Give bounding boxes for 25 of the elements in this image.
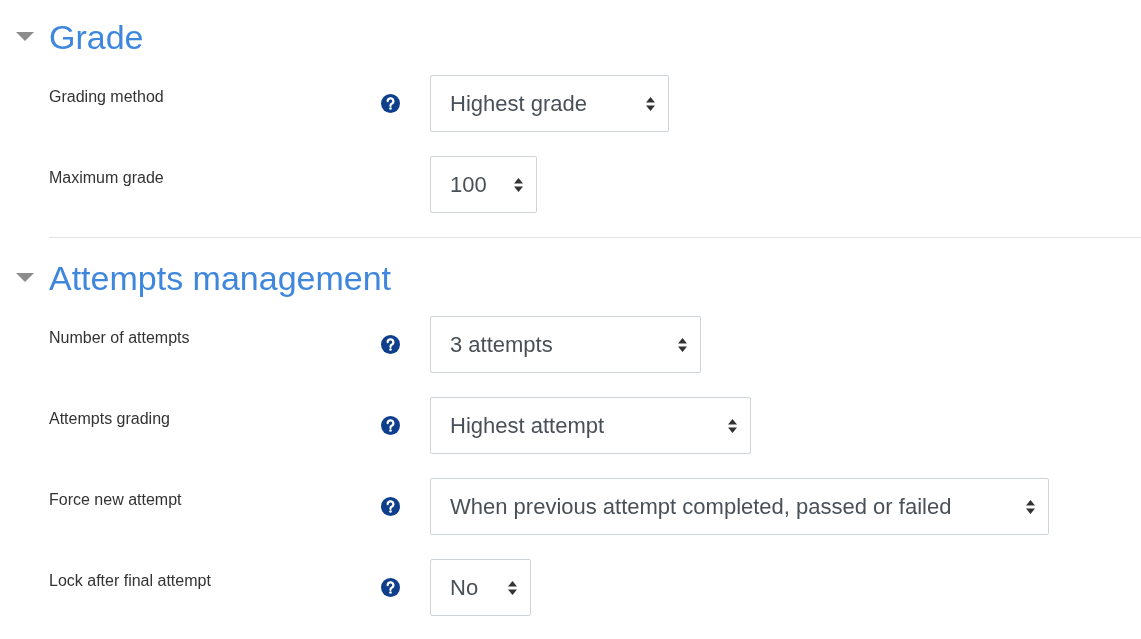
field-label: Attempts grading (49, 410, 170, 427)
field-label: Force new attempt (49, 491, 182, 508)
sort-icon (513, 176, 524, 193)
select-dropdown[interactable]: When previous attempt completed, passed or failed (430, 478, 1049, 535)
help-icon[interactable] (381, 497, 400, 516)
field-label: Maximum grade (49, 169, 164, 186)
help-icon[interactable] (381, 578, 400, 597)
field-label: Lock after final attempt (49, 572, 211, 589)
sort-icon (1025, 498, 1036, 515)
help-icon[interactable] (381, 416, 400, 435)
section-heading: Grade (49, 20, 144, 54)
select-dropdown[interactable]: Highest attempt (430, 397, 751, 454)
help-icon[interactable] (381, 94, 400, 113)
select-dropdown[interactable]: Highest grade (430, 75, 669, 132)
field-label: Number of attempts (49, 329, 190, 346)
section-heading: Attempts management (49, 261, 392, 295)
select-dropdown[interactable]: 3 attempts (430, 316, 701, 373)
help-icon[interactable] (381, 335, 400, 354)
sort-icon (507, 579, 518, 596)
select-dropdown[interactable]: 100 (430, 156, 537, 213)
select-dropdown[interactable]: No (430, 559, 531, 616)
sort-icon (645, 95, 656, 112)
sort-icon (677, 336, 688, 353)
sort-icon (727, 417, 738, 434)
field-label: Grading method (49, 88, 164, 105)
